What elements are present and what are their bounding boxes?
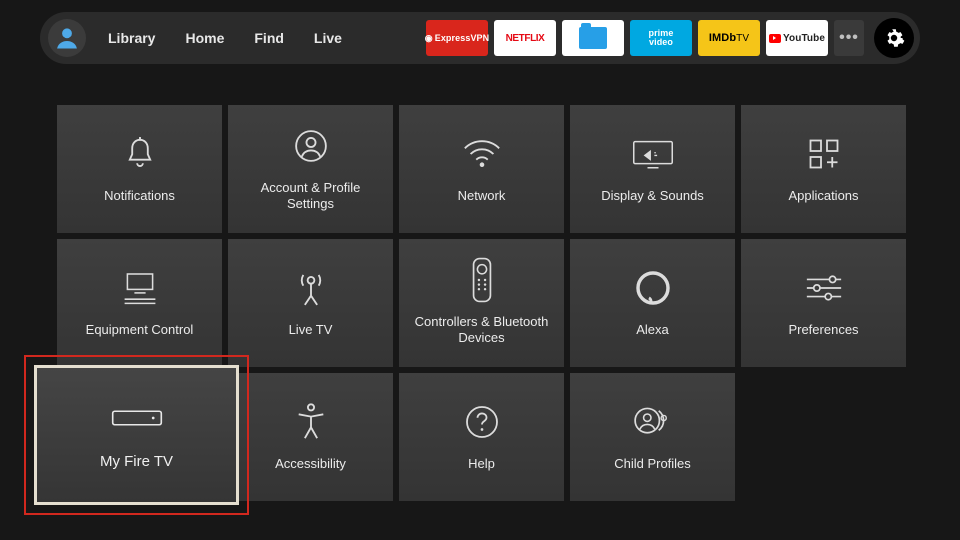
help-icon [464, 404, 500, 440]
app-youtube[interactable]: YouTube [766, 20, 828, 56]
tile-label: My Fire TV [100, 453, 173, 470]
tile-my-fire-tv[interactable]: My Fire TV [34, 365, 239, 505]
nav-links: Library Home Find Live [108, 30, 342, 46]
app-imdb-tv[interactable]: IMDbTV [698, 20, 760, 56]
tile-live-tv[interactable]: Live TV [228, 239, 393, 367]
tile-notifications[interactable]: Notifications [57, 105, 222, 233]
prime-line2: video [648, 38, 673, 47]
bell-icon [123, 135, 157, 173]
topbar: Library Home Find Live ◉ExpressVPN NETFL… [40, 12, 920, 64]
tile-equipment-control[interactable]: Equipment Control [57, 239, 222, 367]
profile-avatar[interactable] [48, 19, 86, 57]
settings-button[interactable] [874, 18, 914, 58]
wifi-icon [462, 138, 502, 170]
nav-find[interactable]: Find [254, 30, 284, 46]
tile-alexa[interactable]: Alexa [570, 239, 735, 367]
tile-account-profile[interactable]: Account & Profile Settings [228, 105, 393, 233]
equipment-icon [119, 270, 161, 306]
app-es-file-explorer[interactable] [562, 20, 624, 56]
antenna-icon [294, 268, 328, 308]
nav-live[interactable]: Live [314, 30, 342, 46]
accessibility-icon [294, 402, 328, 442]
selection-highlight: My Fire TV [24, 355, 249, 515]
tile-controllers-bluetooth[interactable]: Controllers & Bluetooth Devices [399, 239, 564, 367]
person-circle-icon [294, 129, 328, 163]
sliders-icon [804, 273, 844, 303]
folder-icon [579, 27, 607, 49]
tile-label: Notifications [104, 188, 175, 204]
apps-grid-icon [806, 136, 842, 172]
display-icon [631, 138, 675, 170]
tile-label: Accessibility [275, 456, 346, 472]
app-overflow[interactable]: ••• [834, 20, 864, 56]
tile-label: Child Profiles [614, 456, 691, 472]
tile-label: Equipment Control [86, 322, 194, 338]
device-box-icon [110, 408, 164, 428]
app-expressvpn-label: ExpressVPN [435, 33, 490, 43]
tile-label: Alexa [636, 322, 669, 338]
youtube-label: YouTube [783, 33, 825, 44]
app-prime-video[interactable]: primevideo [630, 20, 692, 56]
imdb-suffix: TV [736, 33, 749, 44]
tile-label: Applications [788, 188, 858, 204]
tile-label: Live TV [289, 322, 333, 338]
tile-applications[interactable]: Applications [741, 105, 906, 233]
tile-help[interactable]: Help [399, 373, 564, 501]
tile-label: Display & Sounds [601, 188, 704, 204]
tile-preferences[interactable]: Preferences [741, 239, 906, 367]
nav-home[interactable]: Home [185, 30, 224, 46]
alexa-icon [635, 270, 671, 306]
play-icon [769, 34, 781, 43]
app-row: ◉ExpressVPN NETFLIX primevideo IMDbTV Yo… [426, 18, 914, 58]
tile-child-profiles[interactable]: Child Profiles [570, 373, 735, 501]
child-profiles-icon [633, 404, 673, 440]
tile-label: Preferences [788, 322, 858, 338]
tile-display-sounds[interactable]: Display & Sounds [570, 105, 735, 233]
tile-label: Help [468, 456, 495, 472]
nav-library[interactable]: Library [108, 30, 155, 46]
profile-icon [53, 24, 81, 52]
app-netflix[interactable]: NETFLIX [494, 20, 556, 56]
app-expressvpn[interactable]: ◉ExpressVPN [426, 20, 488, 56]
remote-icon [471, 257, 493, 303]
tile-label: Network [458, 188, 506, 204]
gear-icon [883, 27, 905, 49]
imdb-label: IMDb [709, 32, 736, 44]
tile-label: Controllers & Bluetooth Devices [407, 314, 556, 347]
tile-label: Account & Profile Settings [236, 180, 385, 213]
tile-accessibility[interactable]: Accessibility [228, 373, 393, 501]
top-navigation: Library Home Find Live ◉ExpressVPN NETFL… [40, 12, 920, 64]
tile-network[interactable]: Network [399, 105, 564, 233]
